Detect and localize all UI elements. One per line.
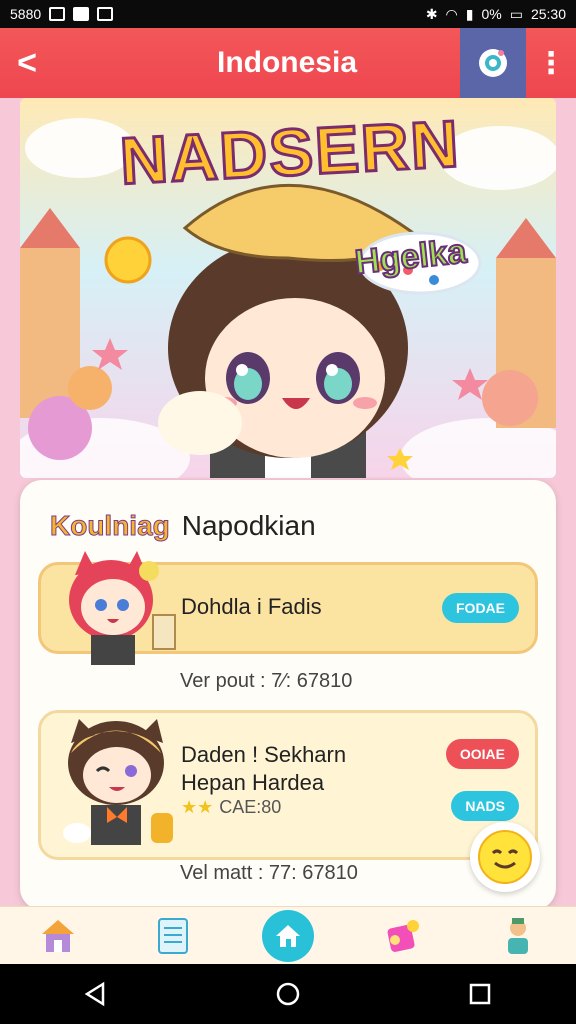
panel-tag: Koulniag	[50, 510, 171, 542]
back-icon[interactable]: <	[0, 28, 54, 98]
banner: NADSERN Hgelka	[20, 98, 556, 478]
page-title: Indonesia	[216, 46, 358, 79]
status-badge[interactable]: OOIAE	[445, 739, 519, 769]
battery-icon: ▭	[509, 5, 523, 22]
time-text: 25:30	[530, 6, 566, 22]
card-meta: Ver pout : 7⁄: 67810	[180, 670, 353, 692]
signal-icon: ▮	[465, 5, 474, 22]
wifi-icon: ◠	[445, 5, 458, 22]
status-left-text: 5880	[10, 6, 42, 22]
smiley-icon	[478, 830, 532, 884]
avatar	[69, 551, 176, 665]
avatar	[63, 719, 173, 845]
card-meta: Vel matt : 77: 67810	[180, 862, 358, 884]
panel-header: Koulniag Napodkian	[50, 510, 316, 542]
app-bar: < Indonesia ⋮	[0, 28, 576, 98]
card-stars: ★★ CAE:80	[181, 797, 281, 818]
nav-document[interactable]	[145, 908, 201, 964]
music-icon	[73, 7, 90, 21]
card-title-line2: Hepan Hardea	[181, 770, 325, 795]
bluetooth-icon: ✱	[425, 5, 438, 22]
image-icon	[49, 7, 66, 21]
system-recents-icon[interactable]	[467, 981, 493, 1007]
card-title: Dohdla i Fadis	[181, 594, 322, 619]
star-icon: ★★	[181, 797, 214, 817]
status-badge[interactable]: FODAE	[442, 593, 519, 623]
card-title: Daden ! Sekharn Hepan Hardea	[181, 741, 346, 797]
gift-icon	[387, 919, 420, 952]
camera-button[interactable]	[460, 28, 526, 98]
list-item[interactable]: Daden ! Sekharn Hepan Hardea ★★ CAE:80 OO…	[38, 710, 538, 860]
document-icon	[157, 917, 188, 954]
battery-text: 0%	[481, 6, 502, 22]
nav-home[interactable]	[260, 908, 316, 964]
back-symbol: <	[17, 43, 37, 82]
system-home-icon[interactable]	[275, 981, 301, 1007]
status-bar: 5880 ✱ ◠ ▮ 0% ▭ 25:30	[0, 0, 576, 28]
more-symbol: ⋮	[536, 46, 566, 80]
system-back-icon[interactable]	[83, 981, 109, 1007]
character-icon	[508, 917, 529, 954]
nav-gift[interactable]	[375, 908, 431, 964]
game-icon	[97, 7, 114, 21]
home-button	[261, 909, 314, 962]
more-icon[interactable]: ⋮	[526, 28, 576, 98]
panel-name: Napodkian	[181, 510, 316, 541]
house-icon	[41, 919, 74, 952]
nav-character[interactable]	[490, 908, 546, 964]
bottom-nav	[0, 906, 576, 964]
smiley-button[interactable]	[470, 822, 540, 892]
system-nav	[0, 964, 576, 1024]
home-icon	[275, 924, 300, 947]
nav-house[interactable]	[30, 908, 86, 964]
camera-icon	[479, 49, 507, 77]
card-stars-text: CAE:80	[219, 797, 282, 817]
list-item[interactable]: Dohdla i Fadis FODAE	[38, 551, 538, 665]
status-badge[interactable]: NADS	[451, 791, 519, 821]
card-title-line1: Daden ! Sekharn	[181, 742, 347, 767]
